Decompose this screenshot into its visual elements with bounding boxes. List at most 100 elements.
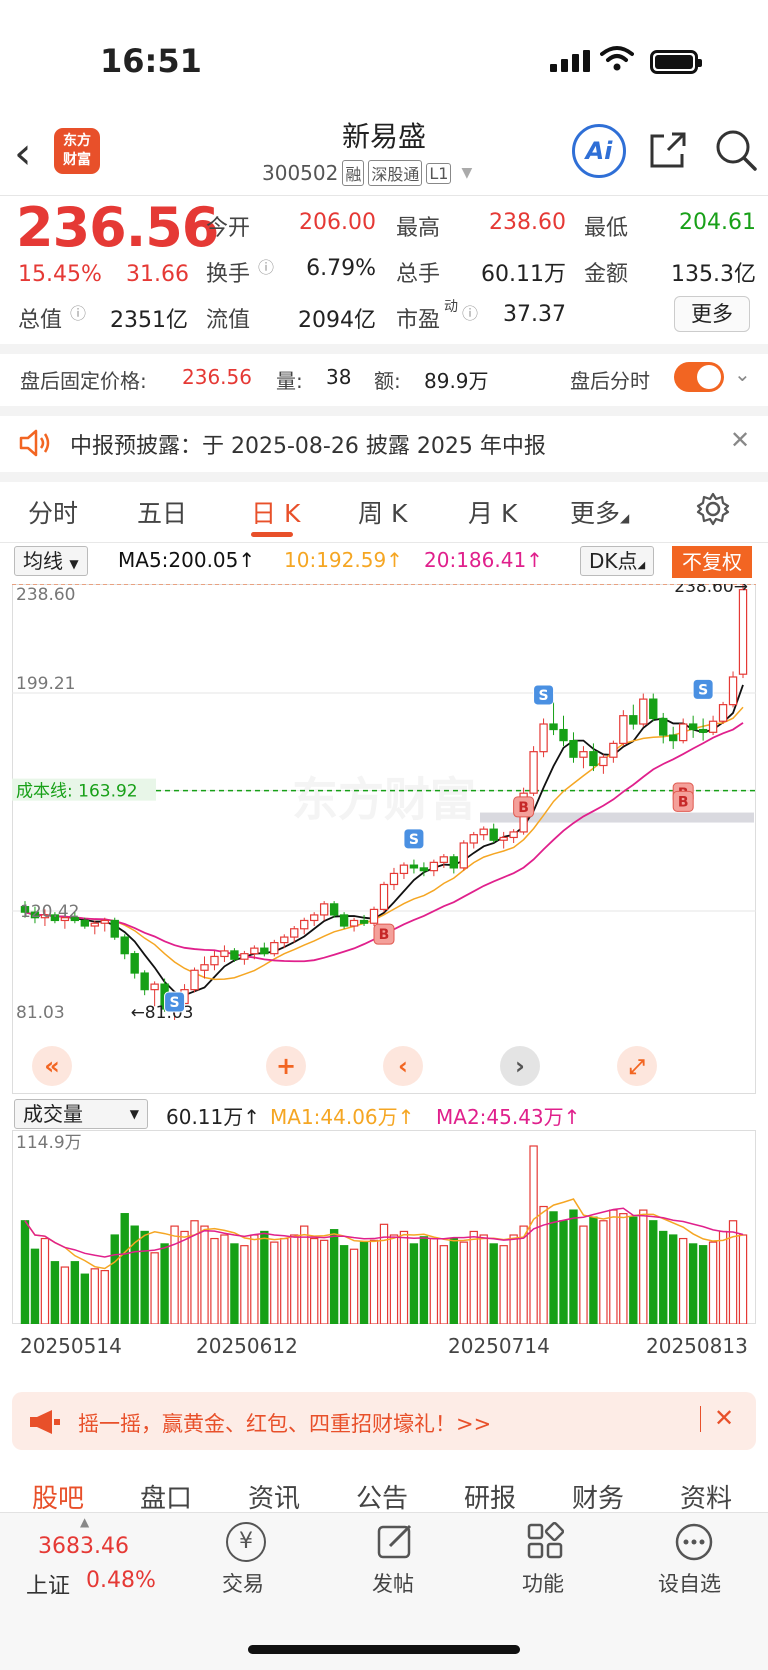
close-icon[interactable]: ✕ <box>714 1404 734 1432</box>
share-icon[interactable] <box>648 130 688 170</box>
amount-label: 金额 <box>584 262 629 287</box>
candle <box>100 919 109 924</box>
kline-chart[interactable]: 东方财富 238.60 199.21 120.42 81.03 成本线: 163.92 23… <box>12 584 756 1094</box>
volume-chart[interactable]: 114.9万 <box>12 1130 756 1324</box>
tab-news[interactable]: 资讯 <box>248 1478 300 1515</box>
tab-five-day[interactable]: 五日 <box>137 494 187 530</box>
volume-bar <box>140 1230 149 1324</box>
tab-weekly-k[interactable]: 周 K <box>358 494 407 530</box>
index-name[interactable]: 上证 <box>26 1568 70 1600</box>
volume-bar <box>659 1230 668 1324</box>
volume-select[interactable]: 成交量 ▼ <box>14 1099 148 1129</box>
volume-bar <box>100 1270 109 1324</box>
prev-button[interactable]: ‹ <box>383 1046 423 1086</box>
tab-profile[interactable]: 资料 <box>680 1478 732 1515</box>
fullscreen-icon[interactable]: ⤢ <box>617 1046 657 1086</box>
volume-bar <box>479 1234 488 1324</box>
index-change[interactable]: 0.48% <box>86 1568 156 1593</box>
ma-select[interactable]: 均线 ▼ <box>14 546 88 576</box>
afterhours-toggle-label: 盘后分时 <box>570 369 650 393</box>
volume-bar <box>579 1225 588 1324</box>
scroll-left-fast-button[interactable]: « <box>32 1046 72 1086</box>
tab-announcements[interactable]: 公告 <box>356 1478 408 1515</box>
more-button[interactable]: 更多 <box>674 296 750 332</box>
promo-text[interactable]: 摇一摇，赢黄金、红包、四重招财壕礼！>> <box>78 1408 491 1438</box>
tab-research[interactable]: 研报 <box>464 1478 516 1515</box>
candle <box>589 751 598 767</box>
nav-function[interactable]: 功能 <box>522 1568 564 1598</box>
low-value: 204.61 <box>679 210 756 235</box>
tab-pankou[interactable]: 盘口 <box>140 1478 192 1515</box>
search-icon[interactable] <box>714 128 758 172</box>
tab-monthly-k[interactable]: 月 K <box>468 494 517 530</box>
candle <box>419 867 429 872</box>
tab-daily-k[interactable]: 日 K <box>251 494 300 530</box>
close-icon[interactable]: ✕ <box>730 426 750 454</box>
signal-label: B <box>518 800 529 816</box>
candle <box>339 914 349 927</box>
tab-intraday[interactable]: 分时 <box>28 494 78 530</box>
function-grid-icon[interactable] <box>526 1522 564 1560</box>
chevron-down-icon[interactable]: ⌄ <box>734 362 751 386</box>
nav-post[interactable]: 发帖 <box>372 1568 414 1598</box>
volume-bar <box>619 1213 628 1324</box>
volume-bar <box>110 1234 119 1324</box>
volume-bar <box>698 1245 708 1324</box>
candle <box>379 883 389 911</box>
volume-bar <box>50 1261 60 1324</box>
change-percent: 15.45% <box>18 262 102 287</box>
volume-bar <box>519 1225 528 1324</box>
adjust-button[interactable]: 不复权 <box>672 546 752 578</box>
tab-more[interactable]: 更多◢ <box>570 494 629 530</box>
candle <box>280 936 289 944</box>
open-label: 今开 <box>206 216 251 241</box>
signal-label: S <box>170 995 180 1011</box>
signal-label: S <box>698 682 708 698</box>
dk-point-select[interactable]: DK点◢ <box>580 546 655 576</box>
volume-bar <box>459 1241 468 1324</box>
pe-value: 37.37 <box>503 302 566 327</box>
stock-code-row[interactable]: 300502 融 深股通 L1 ▼ <box>262 160 472 186</box>
volume-bar <box>250 1234 259 1324</box>
battery-icon <box>650 50 702 74</box>
volume-bar <box>509 1234 518 1324</box>
nav-watchlist[interactable]: 设自选 <box>658 1568 721 1598</box>
info-icon[interactable]: ⓘ <box>258 254 274 278</box>
signal-label: S <box>539 688 549 704</box>
edit-post-icon[interactable] <box>376 1522 414 1560</box>
volume-bar <box>20 1220 30 1324</box>
candle <box>599 756 608 767</box>
zoom-in-button[interactable]: + <box>266 1046 306 1086</box>
low-label: 最低 <box>584 216 629 241</box>
candle <box>619 715 628 744</box>
candle <box>389 872 399 886</box>
volume-bar <box>339 1245 349 1324</box>
more-dots-icon[interactable] <box>674 1522 714 1562</box>
tab-underline <box>251 532 293 537</box>
volume-bar <box>449 1237 458 1324</box>
volume-bar <box>559 1220 568 1324</box>
candle <box>708 720 718 733</box>
candle <box>329 903 339 916</box>
candle <box>509 831 518 839</box>
mktcap-label: 总值 <box>18 308 63 333</box>
afterhours-toggle[interactable] <box>674 362 724 392</box>
candle <box>369 908 379 924</box>
candle <box>90 922 99 927</box>
info-icon[interactable]: ⓘ <box>70 300 86 324</box>
index-value[interactable]: 3683.46 <box>38 1534 129 1559</box>
tab-guba[interactable]: 股吧 <box>32 1478 84 1515</box>
candle <box>459 842 468 869</box>
notice-text[interactable]: 中报预披露：于 2025-08-26 披露 2025 年中报 <box>70 428 546 460</box>
tab-finance[interactable]: 财务 <box>572 1478 624 1515</box>
ma10-value: 10:192.59↑ <box>284 548 403 572</box>
info-icon[interactable]: ⓘ <box>462 300 478 324</box>
nav-trade[interactable]: 交易 <box>222 1568 264 1598</box>
trade-icon[interactable]: ¥ <box>226 1522 266 1562</box>
candle <box>569 740 578 758</box>
volume-bar <box>738 1234 748 1324</box>
candle <box>678 723 688 742</box>
settings-gear-icon[interactable] <box>696 492 730 526</box>
next-button[interactable]: › <box>500 1046 540 1086</box>
ai-button[interactable]: Ai <box>572 124 626 178</box>
